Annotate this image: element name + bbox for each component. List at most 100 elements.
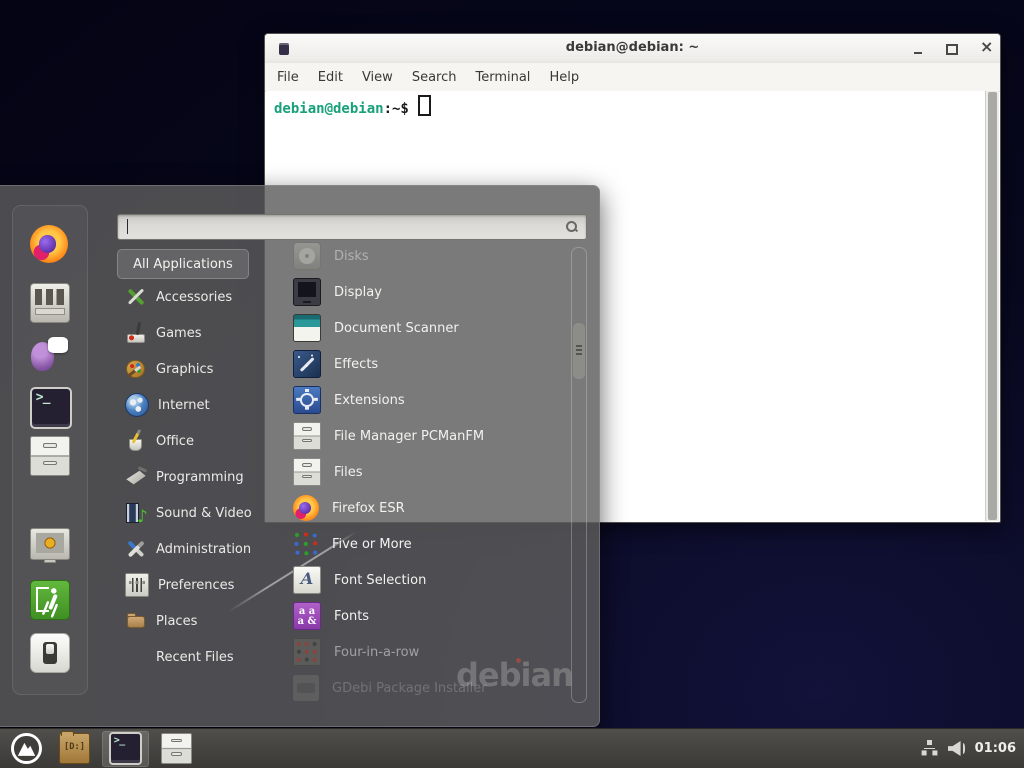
app-disks[interactable]: Disks bbox=[283, 238, 569, 274]
item-label: Display bbox=[334, 285, 382, 300]
minimize-button[interactable] bbox=[909, 41, 927, 57]
five-or-more-icon bbox=[293, 531, 319, 557]
item-label: Four-in-a-row bbox=[334, 645, 419, 660]
favorite-pidgin[interactable] bbox=[30, 335, 68, 373]
category-graphics[interactable]: Graphics bbox=[117, 351, 269, 387]
item-label: GDebi Package Installer bbox=[332, 681, 487, 696]
prompt-user: debian@debian bbox=[274, 101, 384, 117]
favorite-lock-screen[interactable] bbox=[30, 528, 68, 566]
terminal-scrollbar[interactable] bbox=[985, 91, 999, 521]
gdebi-icon bbox=[293, 675, 319, 701]
category-recent-files[interactable]: Recent Files bbox=[117, 639, 269, 675]
terminal-scrollbar-thumb[interactable] bbox=[988, 92, 997, 520]
item-label: Office bbox=[156, 434, 194, 449]
document-scanner-icon bbox=[293, 314, 321, 342]
clock[interactable]: 01:06 bbox=[975, 741, 1016, 756]
close-button[interactable] bbox=[977, 41, 995, 57]
item-label: Firefox ESR bbox=[332, 501, 405, 516]
item-label: Document Scanner bbox=[334, 321, 459, 336]
terminal-menu-help[interactable]: Help bbox=[549, 70, 579, 85]
office-icon bbox=[125, 430, 147, 452]
files-launcher[interactable] bbox=[156, 731, 197, 767]
terminal-menu-edit[interactable]: Edit bbox=[318, 70, 343, 85]
app-document-scanner[interactable]: Document Scanner bbox=[283, 310, 569, 346]
terminal-cursor bbox=[418, 95, 431, 116]
cabinet-icon bbox=[161, 733, 192, 764]
item-label: Administration bbox=[156, 542, 251, 557]
category-office[interactable]: Office bbox=[117, 423, 269, 459]
category-preferences[interactable]: Preferences bbox=[117, 567, 269, 603]
terminal-menu-search[interactable]: Search bbox=[412, 70, 457, 85]
all-applications-label: All Applications bbox=[133, 257, 233, 272]
favorite-files[interactable] bbox=[30, 436, 68, 474]
app-font-selection[interactable]: Font Selection bbox=[283, 562, 569, 598]
favorite-software[interactable] bbox=[30, 283, 68, 321]
taskbar: 01:06 bbox=[0, 728, 1024, 768]
favorite-terminal[interactable] bbox=[30, 387, 68, 425]
font-selection-icon bbox=[293, 566, 321, 594]
category-programming[interactable]: Programming bbox=[117, 459, 269, 495]
item-label: Programming bbox=[156, 470, 244, 485]
menu-logo-icon bbox=[11, 733, 42, 764]
favorite-firefox[interactable] bbox=[30, 225, 68, 263]
games-icon bbox=[125, 322, 147, 344]
menu-scrollbar-thumb[interactable] bbox=[573, 323, 585, 379]
system-tray: 01:06 bbox=[921, 740, 1024, 758]
menu-button[interactable] bbox=[6, 731, 47, 767]
preferences-icon bbox=[125, 573, 149, 597]
accessories-icon bbox=[125, 286, 147, 308]
item-label: Files bbox=[334, 465, 363, 480]
app-files[interactable]: Files bbox=[283, 454, 569, 490]
firefox-icon bbox=[30, 225, 68, 263]
item-label: Internet bbox=[158, 398, 210, 413]
app-display[interactable]: Display bbox=[283, 274, 569, 310]
favorite-shutdown[interactable] bbox=[30, 633, 68, 671]
app-file-manager-pcmanfm[interactable]: File Manager PCManFM bbox=[283, 418, 569, 454]
cabinet-icon bbox=[293, 458, 321, 486]
terminal-window-button[interactable] bbox=[102, 731, 149, 767]
desktop[interactable]: debian@debian: ~ File Edit View Search Termi… bbox=[0, 0, 1024, 768]
network-icon[interactable] bbox=[921, 740, 939, 758]
item-label: Recent Files bbox=[156, 650, 234, 665]
app-fonts[interactable]: Fonts bbox=[283, 598, 569, 634]
volume-icon[interactable] bbox=[948, 740, 966, 758]
search-box[interactable] bbox=[117, 214, 587, 240]
shutdown-icon bbox=[30, 633, 70, 673]
administration-icon bbox=[125, 538, 147, 560]
four-in-a-row-icon bbox=[293, 638, 321, 666]
terminal-menu-terminal[interactable]: Terminal bbox=[475, 70, 530, 85]
item-label: Preferences bbox=[158, 578, 234, 593]
app-gdebi-package-installer[interactable]: GDebi Package Installer bbox=[283, 670, 569, 706]
app-extensions[interactable]: Extensions bbox=[283, 382, 569, 418]
terminal-menu-file[interactable]: File bbox=[277, 70, 299, 85]
all-applications-button[interactable]: All Applications bbox=[117, 249, 249, 279]
category-games[interactable]: Games bbox=[117, 315, 269, 351]
folder-d-icon bbox=[59, 733, 90, 764]
display-icon bbox=[293, 278, 321, 306]
programming-icon bbox=[125, 466, 147, 488]
favorite-logout[interactable] bbox=[30, 580, 68, 618]
menu-scrollbar[interactable] bbox=[571, 247, 587, 703]
category-places[interactable]: Places bbox=[117, 603, 269, 639]
maximize-button[interactable] bbox=[943, 41, 961, 57]
app-firefox-esr[interactable]: Firefox ESR bbox=[283, 490, 569, 526]
favorites-column bbox=[12, 205, 88, 695]
category-sound-video[interactable]: Sound & Video bbox=[117, 495, 269, 531]
category-administration[interactable]: Administration bbox=[117, 531, 269, 567]
terminal-icon bbox=[109, 732, 142, 765]
text-caret bbox=[127, 219, 128, 234]
terminal-titlebar[interactable]: debian@debian: ~ bbox=[265, 34, 1000, 64]
cabinet-icon bbox=[293, 422, 321, 450]
maximize-icon bbox=[946, 44, 958, 55]
terminal-prompt: debian@debian:~$ bbox=[274, 95, 431, 120]
close-icon bbox=[980, 42, 992, 56]
taskbar-launchers bbox=[0, 729, 197, 768]
app-four-in-a-row[interactable]: Four-in-a-row bbox=[283, 634, 569, 670]
terminal-menu-view[interactable]: View bbox=[362, 70, 393, 85]
category-internet[interactable]: Internet bbox=[117, 387, 269, 423]
app-five-or-more[interactable]: Five or More bbox=[283, 526, 569, 562]
app-effects[interactable]: Effects bbox=[283, 346, 569, 382]
folder-launcher[interactable] bbox=[54, 731, 95, 767]
extensions-icon bbox=[293, 386, 321, 414]
category-accessories[interactable]: Accessories bbox=[117, 279, 269, 315]
